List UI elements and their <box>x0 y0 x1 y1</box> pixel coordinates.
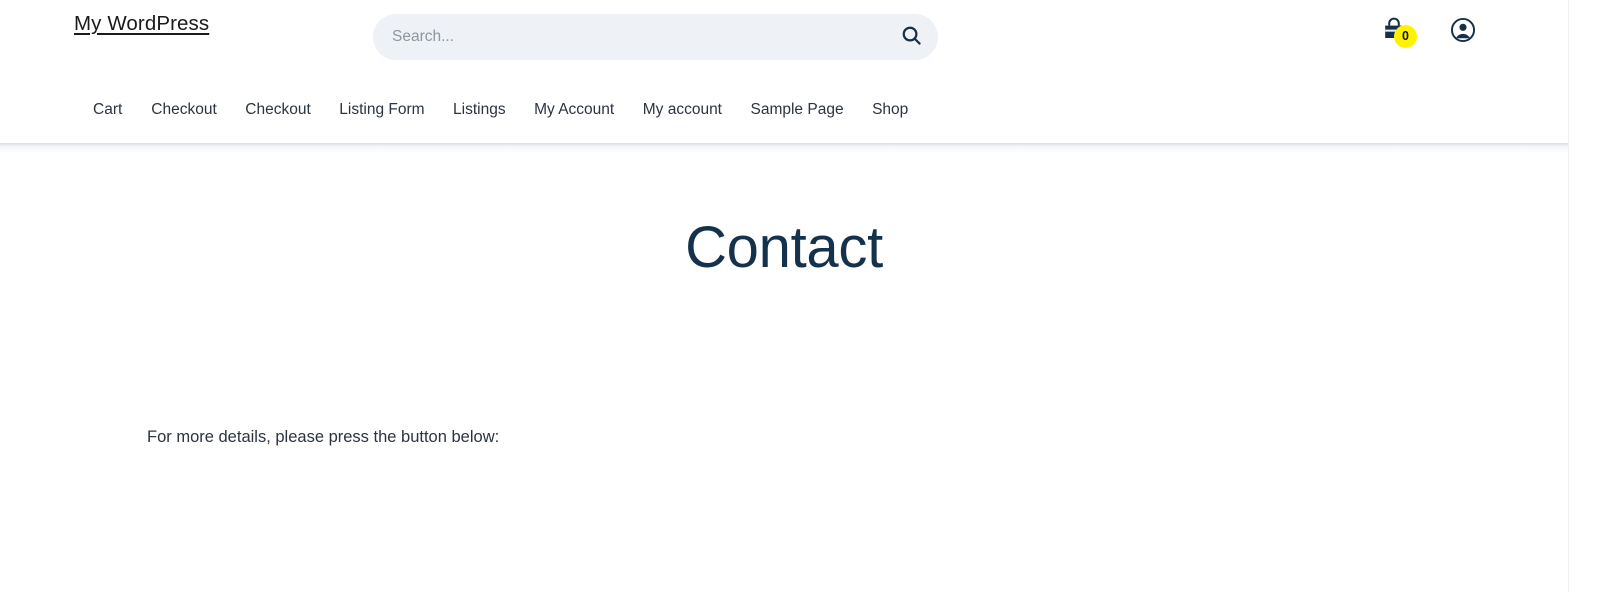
search-icon <box>900 24 923 50</box>
site-header: My WordPress Search... 0 Cart Checkout C… <box>0 0 1568 143</box>
nav-item-checkout-2[interactable]: Checkout <box>245 100 339 120</box>
nav-list: Cart Checkout Checkout Listing Form List… <box>0 80 1568 140</box>
entry-content: For more details, please press the butto… <box>147 425 1047 449</box>
search-input[interactable] <box>373 15 884 59</box>
nav-item-my-account-upper[interactable]: My Account <box>534 100 643 120</box>
primary-navigation: Cart Checkout Checkout Listing Form List… <box>0 80 1568 143</box>
site-title-link[interactable]: My WordPress <box>74 12 209 35</box>
nav-item-checkout-1[interactable]: Checkout <box>151 100 245 120</box>
browser-page: My WordPress Search... 0 Cart Checkout C… <box>0 0 1600 592</box>
main-content: Contact For more details, please press t… <box>0 153 1568 592</box>
site-branding: My WordPress <box>74 11 209 37</box>
nav-item-shop[interactable]: Shop <box>872 100 937 120</box>
nav-item-listing-form[interactable]: Listing Form <box>339 100 453 120</box>
page-scrollbar[interactable] <box>1568 0 1600 592</box>
user-account-icon <box>1450 17 1476 48</box>
cart-link[interactable]: 0 <box>1380 16 1417 48</box>
page-title: Contact <box>685 215 883 280</box>
search-submit-button[interactable] <box>884 14 938 60</box>
header-top-bar: My WordPress Search... 0 <box>0 0 1568 73</box>
header-tools: 0 <box>1380 16 1476 48</box>
nav-item-listings[interactable]: Listings <box>453 100 534 120</box>
search-form <box>373 14 938 60</box>
intro-paragraph: For more details, please press the butto… <box>147 428 500 446</box>
nav-item-sample-page[interactable]: Sample Page <box>751 100 873 120</box>
site-canvas: My WordPress Search... 0 Cart Checkout C… <box>0 0 1568 592</box>
header-bottom-shadow <box>0 143 1568 153</box>
account-link[interactable] <box>1450 17 1476 48</box>
cart-count-badge: 0 <box>1394 25 1417 48</box>
nav-item-cart[interactable]: Cart <box>93 100 151 120</box>
nav-item-my-account-lower[interactable]: My account <box>643 100 751 120</box>
